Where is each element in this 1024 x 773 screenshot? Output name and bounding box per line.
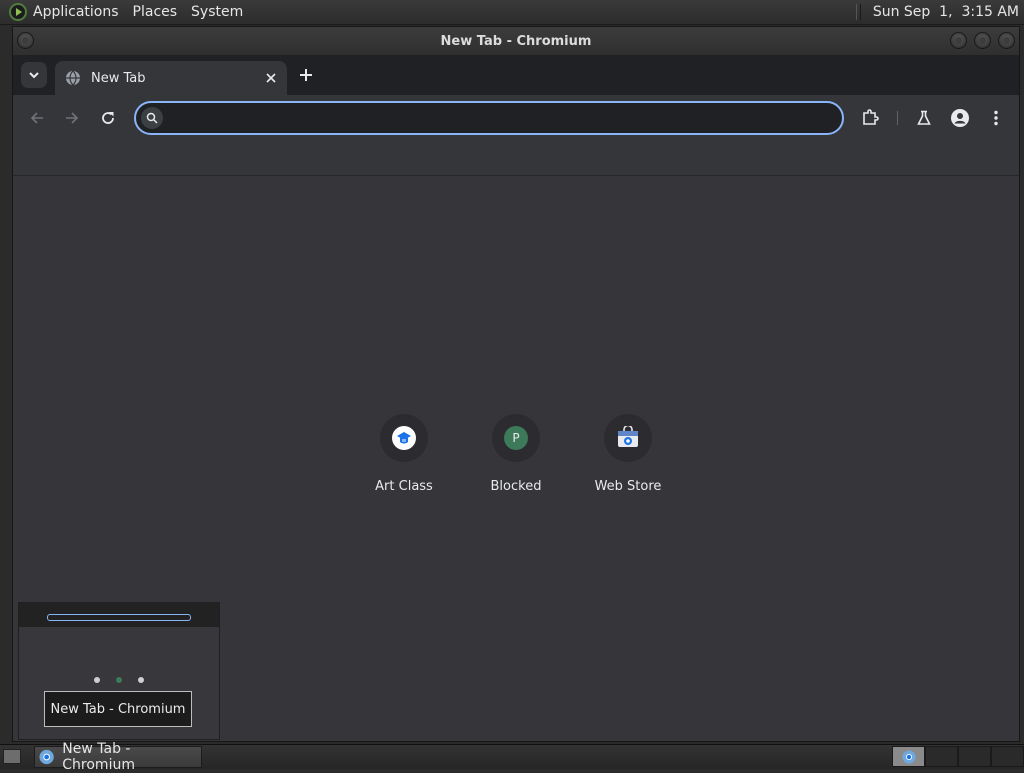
preview-shortcut — [138, 677, 144, 683]
menu-icon — [994, 110, 998, 126]
menu-applications[interactable]: Applications — [33, 4, 119, 20]
back-icon — [30, 112, 43, 124]
tab-new-tab[interactable]: New Tab — [55, 61, 287, 95]
taskbar-window-label: New Tab - Chromium — [62, 741, 135, 773]
shortcut-blocked[interactable]: P Blocked — [468, 414, 564, 498]
taskbar-tooltip: New Tab - Chromium — [44, 691, 192, 727]
tab-strip: New Tab — [13, 55, 1019, 95]
shortcut-web-store[interactable]: Web Store — [580, 414, 676, 498]
browser-toolbar — [13, 95, 1019, 141]
address-bar[interactable] — [134, 101, 844, 135]
close-icon — [266, 73, 276, 83]
shortcut-label: Web Store — [594, 479, 662, 494]
maximize-button[interactable] — [974, 32, 991, 49]
show-desktop-icon[interactable] — [3, 749, 21, 764]
labs-icon — [917, 110, 931, 125]
tab-title: New Tab — [91, 70, 146, 86]
tab-close-button[interactable] — [263, 70, 279, 86]
extensions-button[interactable] — [860, 108, 880, 128]
taskbar-window-button[interactable]: New Tab - Chromium — [34, 741, 202, 773]
bookmarks-bar-area — [13, 141, 1019, 176]
preview-shortcut — [94, 677, 100, 683]
profile-button[interactable] — [950, 108, 970, 128]
chromium-icon — [901, 749, 916, 764]
preview-omnibox — [47, 614, 191, 621]
forward-icon — [66, 112, 79, 124]
shortcut-icon-container: P — [492, 414, 540, 462]
panel-separator — [855, 4, 861, 20]
menu-button[interactable] — [986, 108, 1006, 128]
preview-shortcut — [116, 677, 122, 683]
close-window-button[interactable] — [998, 32, 1015, 49]
extensions-icon — [863, 109, 879, 125]
chromium-icon — [39, 749, 54, 765]
forward-button[interactable] — [62, 108, 82, 128]
window-title: New Tab - Chromium — [440, 33, 592, 49]
labs-button[interactable] — [914, 108, 934, 128]
search-icon — [141, 107, 163, 129]
reload-icon — [102, 112, 114, 124]
window-titlebar[interactable]: New Tab - Chromium — [13, 27, 1019, 55]
tab-search-button[interactable] — [21, 62, 47, 88]
plus-icon — [300, 69, 312, 81]
profile-icon — [951, 109, 969, 127]
shortcut-label: Art Class — [375, 479, 433, 494]
bottom-panel: New Tab - Chromium — [0, 741, 1024, 773]
shortcut-icon-container — [604, 414, 652, 462]
shortcut-icon-container — [380, 414, 428, 462]
toolbar-divider — [897, 111, 898, 125]
letter-p-icon: P — [504, 426, 528, 450]
web-store-icon — [618, 426, 638, 447]
shortcut-label: Blocked — [490, 479, 542, 494]
top-panel: Applications Places System Sun Sep 1, 3:… — [0, 0, 1024, 25]
clock[interactable]: Sun Sep 1, 3:15 AM — [873, 4, 1019, 20]
menu-system[interactable]: System — [191, 4, 243, 20]
back-button[interactable] — [27, 108, 47, 128]
workspace-3[interactable] — [958, 746, 991, 767]
globe-icon — [66, 70, 80, 86]
address-input[interactable] — [168, 103, 832, 135]
menu-places[interactable]: Places — [133, 4, 178, 20]
new-tab-button[interactable] — [297, 66, 315, 84]
minimize-button[interactable] — [950, 32, 967, 49]
distro-logo-icon[interactable] — [9, 3, 27, 21]
workspace-2[interactable] — [925, 746, 958, 767]
workspace-4[interactable] — [991, 746, 1024, 767]
workspace-1[interactable] — [892, 746, 925, 767]
chevron-down-icon — [29, 72, 39, 79]
reload-button[interactable] — [98, 108, 118, 128]
window-menu-button[interactable] — [17, 32, 34, 49]
shortcut-art-class[interactable]: Art Class — [356, 414, 452, 498]
art-class-icon — [392, 426, 416, 450]
